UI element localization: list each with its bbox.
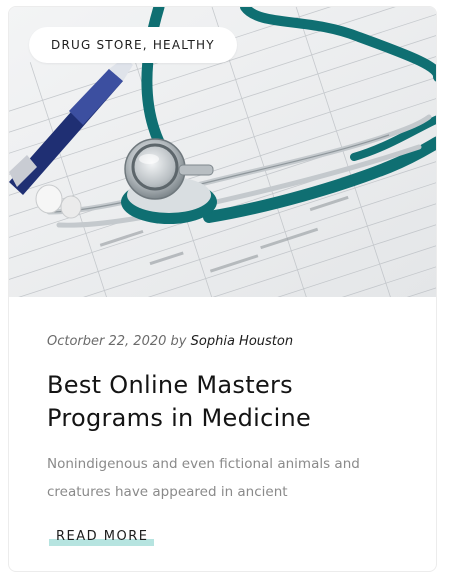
- post-featured-image[interactable]: DRUG STORE, HEALTHY: [9, 7, 436, 297]
- post-by-label: by: [170, 334, 187, 349]
- post-meta: Octorber 22, 2020 by Sophia Houston: [47, 334, 417, 349]
- post-date[interactable]: Octorber 22, 2020: [47, 334, 166, 349]
- read-more-link[interactable]: READ MORE: [47, 528, 155, 546]
- post-title[interactable]: Best Online Masters Programs in Medicine: [47, 369, 387, 435]
- read-more-label: READ MORE: [56, 529, 149, 544]
- post-excerpt: Nonindigenous and even fictional animals…: [47, 456, 360, 500]
- post-author[interactable]: Sophia Houston: [191, 334, 293, 349]
- post-body: Octorber 22, 2020 by Sophia Houston Best…: [47, 297, 417, 546]
- post-card: DRUG STORE, HEALTHY Octorber 22, 2020 by…: [8, 6, 437, 572]
- category-badge[interactable]: DRUG STORE, HEALTHY: [29, 27, 237, 63]
